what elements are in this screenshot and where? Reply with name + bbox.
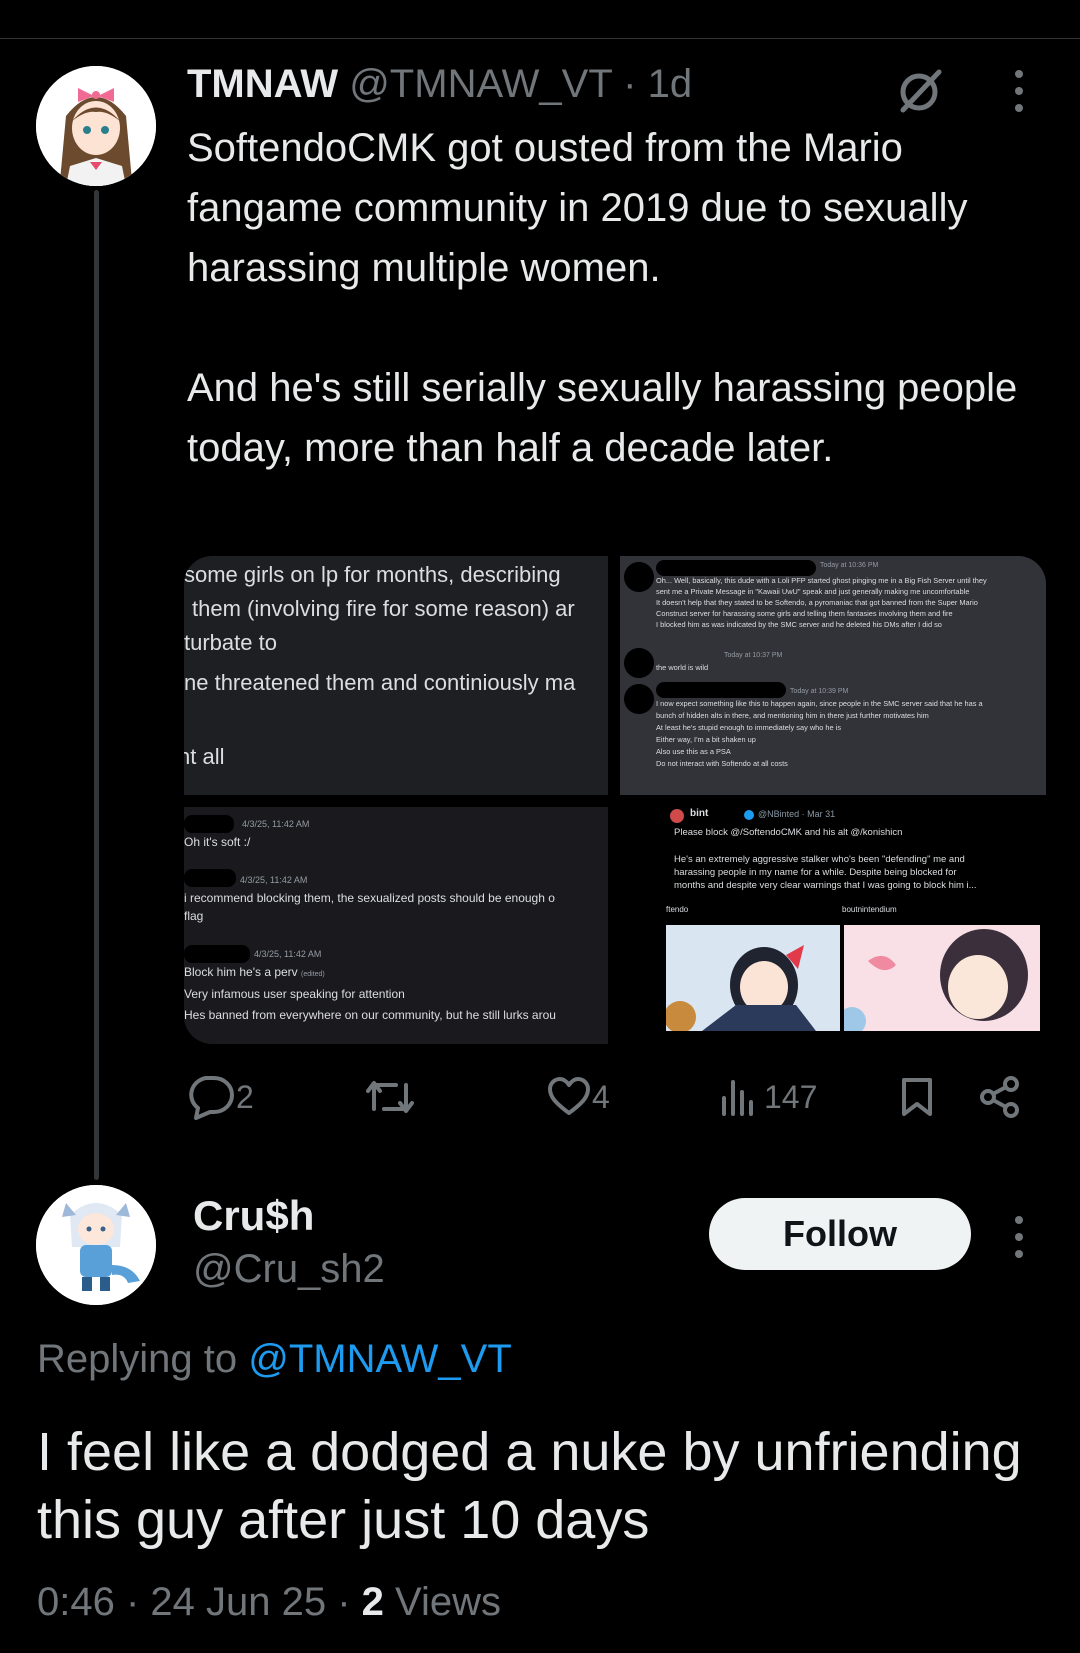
img3-edited-label: (edited) — [301, 971, 325, 978]
img2-msg-3-line: Do not interact with Softendo at all cos… — [656, 759, 788, 768]
img3-msg-3a: Block him he's a perv (edited) — [184, 965, 325, 979]
retweet-action[interactable] — [366, 1070, 414, 1124]
img4-body-line: He's an extremely aggressive stalker who… — [674, 854, 965, 865]
img2-msg-1: Oh... Well, basically, this dude with a … — [656, 575, 987, 630]
img4-body-line: months and despite very clear warnings t… — [674, 880, 977, 891]
media-image-4[interactable]: bint @NBinted · Mar 31 Please block @/So… — [620, 807, 1046, 1044]
img2-msg-1-line: sent me a Private Message in "Kawaii UwU… — [656, 587, 970, 596]
reply-author-handle[interactable]: @Cru_sh2 — [193, 1247, 385, 1292]
media-image-3[interactable]: 4/3/25, 11:42 AM Oh it's soft :/ 4/3/25,… — [184, 807, 608, 1044]
replying-to: Replying to @TMNAW_VT — [37, 1337, 512, 1382]
tweet-text: SoftendoCMK got ousted from the Mario fa… — [187, 126, 1018, 470]
img3-msg-3a-text: Block him he's a perv — [184, 965, 298, 979]
like-action[interactable]: 4 — [548, 1070, 610, 1124]
reply-count: 2 — [236, 1078, 254, 1115]
reply-bubble-icon — [189, 1076, 234, 1120]
img3-redacted-3 — [184, 945, 250, 963]
img3-msg-3c: Hes banned from everywhere on our commun… — [184, 1008, 556, 1022]
img3-msg-2b: flag — [184, 909, 204, 923]
img4-line-1: Please block @/SoftendoCMK and his alt @… — [674, 827, 903, 838]
img1-line-4: ne threatened them and continiously ma — [184, 670, 576, 695]
verified-badge-icon — [744, 810, 754, 820]
retweet-icon — [366, 1081, 414, 1113]
reply-views-label: Views — [383, 1580, 501, 1624]
reply-views-count: 2 — [361, 1580, 384, 1624]
img4-anime-image-left — [666, 925, 840, 1031]
img2-msg-1-line: Oh... Well, basically, this dude with a … — [656, 576, 987, 585]
grok-slash-icon[interactable] — [895, 66, 945, 116]
tweet-header: TMNAW @TMNAW_VT · 1d — [187, 62, 692, 107]
img2-msg-1-line: I blocked him as was indicated by the SM… — [656, 620, 942, 629]
img1-line-1: some girls on lp for months, describing — [184, 562, 561, 587]
img2-avatar-3 — [624, 684, 654, 714]
tweet-time[interactable]: · 1d — [623, 62, 692, 106]
img2-msg-3: I now expect something like this to happ… — [656, 698, 983, 770]
media-image-2[interactable]: Today at 10:36 PM Oh... Well, basically,… — [620, 556, 1046, 795]
more-vertical-icon[interactable] — [1015, 70, 1027, 112]
media-image-1[interactable]: some girls on lp for months, describing … — [184, 556, 608, 795]
img3-redacted-1 — [184, 815, 234, 833]
author-avatar[interactable] — [36, 66, 156, 186]
img1-line-3: turbate to — [184, 630, 277, 655]
img2-ts-2: Today at 10:37 PM — [724, 652, 783, 659]
share-action[interactable] — [980, 1070, 1020, 1124]
bookmark-action[interactable] — [900, 1070, 934, 1124]
img3-msg-3b: Very infamous user speaking for attentio… — [184, 987, 405, 1001]
img2-msg-3-line: At least he's stupid enough to immediate… — [656, 723, 842, 732]
follow-button[interactable]: Follow — [709, 1198, 971, 1270]
img4-body-line: harassing people in my name for a while.… — [674, 867, 957, 878]
share-icon — [980, 1076, 1019, 1118]
views-count: 147 — [764, 1078, 818, 1115]
img4-name: bint — [690, 808, 709, 819]
img2-avatar-2 — [624, 648, 654, 678]
replying-to-handle-link[interactable]: @TMNAW_VT — [248, 1337, 512, 1381]
img4-avatar — [670, 809, 684, 823]
img2-msg-3-line: I now expect something like this to happ… — [656, 699, 983, 708]
img2-msg-3-line: Either way, I'm a bit shaken up — [656, 735, 756, 744]
reply-timestamp: 0:46 · 24 Jun 25 · 2 Views — [37, 1580, 501, 1625]
img4-right-label: boutnintendium — [842, 905, 897, 914]
reply-avatar[interactable] — [36, 1185, 156, 1305]
img2-avatar-1 — [624, 562, 654, 592]
views-action[interactable]: 147 — [720, 1070, 817, 1124]
img3-ts-1: 4/3/25, 11:42 AM — [242, 819, 310, 829]
like-count: 4 — [592, 1078, 610, 1115]
img3-ts-2: 4/3/25, 11:42 AM — [240, 875, 308, 885]
img2-msg-1-line: Construct server for harassing some girl… — [656, 609, 953, 618]
replying-to-prefix: Replying to — [37, 1337, 249, 1381]
img3-msg-1: Oh it's soft :/ — [184, 835, 251, 849]
img2-msg-3-line: Also use this as a PSA — [656, 747, 731, 756]
reply-action[interactable]: 2 — [186, 1070, 254, 1124]
author-name[interactable]: TMNAW — [187, 62, 338, 106]
img2-ts-3: Today at 10:39 PM — [790, 688, 849, 695]
img2-msg-3-line: bunch of hidden alts in there, and menti… — [656, 711, 929, 720]
bookmark-icon — [902, 1078, 932, 1116]
heart-icon — [548, 1077, 590, 1115]
img1-line-5: nt all — [184, 744, 225, 769]
img4-handle: @NBinted · Mar 31 — [758, 809, 836, 819]
img3-redacted-2 — [184, 869, 236, 887]
img2-redacted-name-1 — [656, 560, 816, 576]
img3-ts-3: 4/3/25, 11:42 AM — [254, 949, 322, 959]
media-grid[interactable]: some girls on lp for months, describing … — [184, 556, 1046, 1044]
img2-msg-1-line: It doesn't help that they stated to be S… — [656, 598, 978, 607]
author-handle[interactable]: @TMNAW_VT — [349, 62, 612, 106]
thread-line — [94, 190, 99, 1180]
img3-msg-2a: i recommend blocking them, the sexualize… — [184, 891, 555, 905]
img4-left-label: ftendo — [666, 905, 689, 914]
img2-msg-2: the world is wild — [656, 663, 709, 672]
top-divider — [0, 38, 1080, 39]
more-vertical-icon[interactable] — [1015, 1216, 1027, 1258]
reply-time[interactable]: 0:46 · 24 Jun 25 · — [37, 1580, 362, 1624]
views-chart-icon — [722, 1080, 753, 1116]
reply-author-name[interactable]: Cru$h — [193, 1192, 314, 1240]
img2-ts-1: Today at 10:36 PM — [820, 562, 879, 569]
reply-text: I feel like a dodged a nuke by unfriendi… — [37, 1422, 1022, 1550]
img2-redacted-name-3 — [656, 682, 786, 698]
img4-body: He's an extremely aggressive stalker who… — [674, 853, 977, 892]
img1-line-2: them (involving fire for some reason) ar — [192, 596, 575, 621]
img4-anime-image-right — [844, 925, 1040, 1031]
